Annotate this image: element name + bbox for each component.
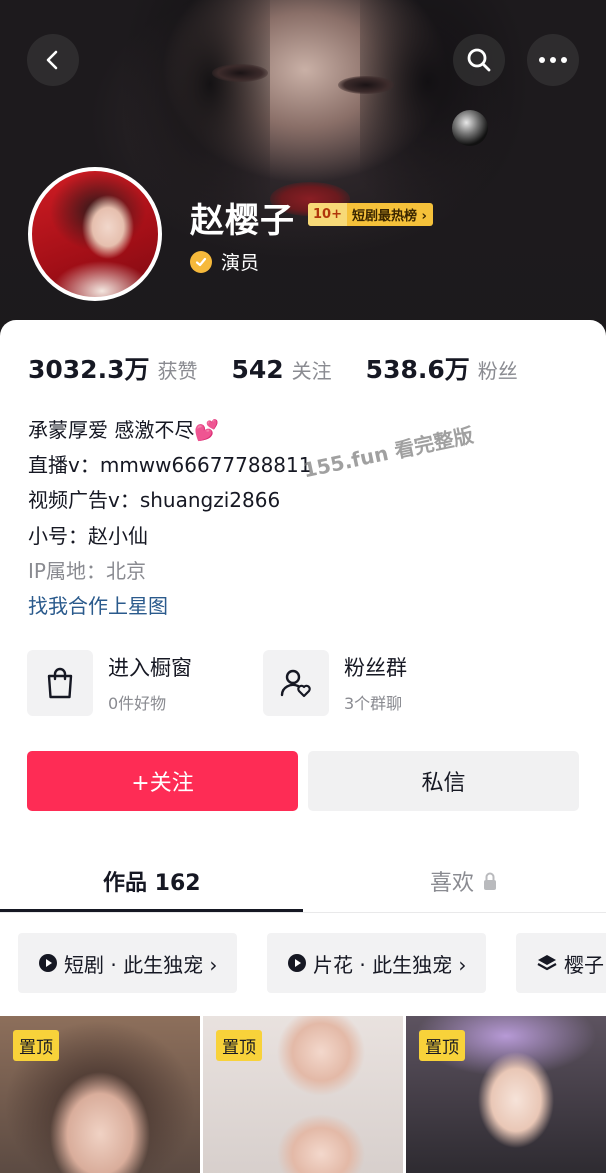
lock-icon [484, 872, 497, 890]
chip-label: 短剧 · 此生独宠 › [64, 952, 218, 977]
rank-badge[interactable]: 10+ 短剧最热榜 › [308, 203, 433, 226]
banner-image-eye-right [338, 76, 394, 94]
search-icon [467, 48, 491, 72]
verified-check-icon [190, 250, 212, 273]
follow-button[interactable]: +关注 [27, 751, 298, 811]
tab-likes-label: 喜欢 [430, 871, 475, 896]
chip-collection[interactable]: 樱子 [516, 933, 606, 993]
avatar[interactable] [28, 167, 162, 301]
chip-label: 樱子 [564, 952, 604, 977]
rank-badge-label: 短剧最热榜 › [351, 209, 427, 224]
video-thumbnail[interactable]: 置顶 [0, 1016, 200, 1173]
pinned-badge: 置顶 [13, 1030, 59, 1061]
video-thumbnail[interactable]: 置顶 [406, 1016, 606, 1173]
chevron-left-icon [46, 50, 58, 70]
video-grid: 置顶 置顶 置顶 [0, 1016, 606, 1173]
banner-image-hair-right [360, 0, 530, 220]
tab-likes[interactable]: 喜欢 [430, 865, 498, 897]
layers-icon [537, 955, 557, 971]
bio-line: 直播v：mmww66677788811 [28, 453, 312, 478]
pinned-badge: 置顶 [419, 1030, 465, 1061]
ip-location: IP属地：北京 [28, 558, 146, 583]
verified-label: 演员 [221, 252, 260, 274]
content-tabs: 作品 162 喜欢 [0, 845, 606, 913]
shopping-bag-icon [27, 650, 93, 716]
feature-title: 进入橱窗 [108, 656, 192, 680]
video-thumbnail[interactable]: 置顶 [203, 1016, 403, 1173]
banner-image-eye-left [212, 64, 268, 82]
profile-name: 赵樱子 [190, 201, 295, 241]
watermark: 155.fun 看完整版 [300, 422, 476, 483]
play-icon [288, 954, 306, 972]
stat-value: 3032.3万 [28, 355, 150, 384]
verified-role: 演员 [190, 248, 259, 275]
bio-line: 承蒙厚爱 感激不尽💕 [28, 418, 220, 442]
stat-label: 关注 [291, 359, 332, 383]
stat-followers[interactable]: 538.6万 粉丝 [366, 350, 518, 386]
bio: 承蒙厚爱 感激不尽💕 直播v：mmww66677788811 视频广告v：shu… [28, 413, 312, 624]
chip-trailer[interactable]: 片花 · 此生独宠 › [267, 933, 487, 993]
bio-line: 小号：赵小仙 [28, 523, 148, 548]
feature-subtitle: 0件好物 [108, 694, 167, 713]
stat-value: 538.6万 [365, 355, 470, 384]
fan-group-icon [263, 650, 329, 716]
stat-likes[interactable]: 3032.3万 获赞 [28, 350, 197, 386]
fan-group-entry[interactable]: 粉丝群 3个群聊 [263, 650, 407, 716]
rank-badge-number: 10+ [308, 203, 347, 226]
cooperation-link[interactable]: 找我合作上星图 [28, 589, 312, 624]
bio-line: 视频广告v：shuangzi2866 [28, 488, 281, 513]
banner-image-earring [452, 110, 488, 146]
more-dots-icon [539, 57, 567, 63]
shop-window-entry[interactable]: 进入橱窗 0件好物 [27, 650, 192, 716]
stat-following[interactable]: 542 关注 [231, 355, 331, 384]
stats-row: 3032.3万 获赞 542 关注 538.6万 粉丝 [28, 350, 552, 386]
stat-label: 粉丝 [477, 359, 518, 383]
play-icon [39, 954, 57, 972]
chip-label: 片花 · 此生独宠 › [313, 952, 467, 977]
pinned-badge: 置顶 [216, 1030, 262, 1061]
stat-value: 542 [231, 355, 284, 384]
profile-card: 3032.3万 获赞 542 关注 538.6万 粉丝 承蒙厚爱 感激不尽💕 直… [0, 320, 606, 1173]
stat-label: 获赞 [157, 359, 198, 383]
back-button[interactable] [27, 34, 79, 86]
search-button[interactable] [453, 34, 505, 86]
feature-title: 粉丝群 [344, 656, 407, 680]
chip-short-drama[interactable]: 短剧 · 此生独宠 › [18, 933, 238, 993]
more-button[interactable] [527, 34, 579, 86]
collection-chips: 短剧 · 此生独宠 › 片花 · 此生独宠 › 樱子 [18, 933, 606, 993]
message-button[interactable]: 私信 [308, 751, 579, 811]
feature-subtitle: 3个群聊 [344, 694, 403, 713]
tab-works[interactable]: 作品 162 [103, 865, 201, 897]
tab-indicator [0, 909, 303, 912]
